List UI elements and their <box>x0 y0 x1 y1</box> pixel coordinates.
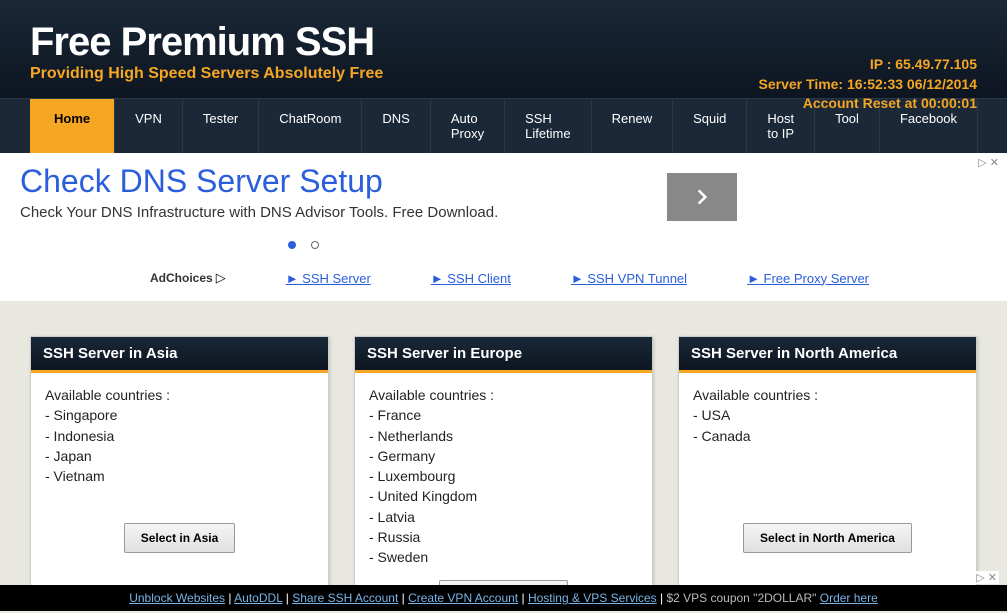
ad-next-arrow[interactable] <box>667 173 737 221</box>
card-header: SSH Server in North America <box>679 337 976 373</box>
ip-address: IP : 65.49.77.105 <box>759 55 977 75</box>
ad-close-icon[interactable]: ▷ ✕ <box>978 156 999 169</box>
country-item: - Japan <box>45 446 314 466</box>
sponsored-link-free-proxy-server[interactable]: ► Free Proxy Server <box>747 271 869 286</box>
ad-banner: ▷ ✕ Check DNS Server Setup Check Your DN… <box>0 153 1007 264</box>
bottom-ad-close-icon[interactable]: ▷ ✕ <box>974 571 999 584</box>
nav-item-dns[interactable]: DNS <box>362 99 430 153</box>
account-reset: Account Reset at 00:00:01 <box>759 94 977 114</box>
bottom-coupon-text: $2 VPS coupon "2DOLLAR" <box>666 591 816 605</box>
card-header: SSH Server in Europe <box>355 337 652 373</box>
country-item: - Singapore <box>45 405 314 425</box>
server-card: SSH Server in EuropeAvailable countries … <box>354 336 653 603</box>
adchoices-icon: ▷ <box>216 270 226 286</box>
server-cards-row: SSH Server in AsiaAvailable countries :-… <box>0 301 1007 613</box>
server-card: SSH Server in North AmericaAvailable cou… <box>678 336 977 603</box>
bottom-link-order[interactable]: Order here <box>820 591 878 605</box>
country-item: - Indonesia <box>45 426 314 446</box>
dot-inactive[interactable] <box>311 241 319 249</box>
server-card: SSH Server in AsiaAvailable countries :-… <box>30 336 329 603</box>
country-item: - USA <box>693 405 962 425</box>
bottom-link-hosting-vps[interactable]: Hosting & VPS Services <box>528 591 657 605</box>
country-item: - Russia <box>369 527 638 547</box>
sponsored-link-ssh-client[interactable]: ► SSH Client <box>431 271 511 286</box>
country-item: - Vietnam <box>45 466 314 486</box>
sponsored-link-ssh-vpn-tunnel[interactable]: ► SSH VPN Tunnel <box>571 271 687 286</box>
country-item: - France <box>369 405 638 425</box>
country-item: - Germany <box>369 446 638 466</box>
card-body: Available countries :- Singapore- Indone… <box>31 373 328 523</box>
nav-item-auto-proxy[interactable]: Auto Proxy <box>431 99 505 153</box>
chevron-right-icon <box>692 187 712 207</box>
country-item: - Latvia <box>369 507 638 527</box>
card-body: Available countries :- France- Netherlan… <box>355 373 652 580</box>
nav-item-tester[interactable]: Tester <box>183 99 259 153</box>
country-item: - Netherlands <box>369 426 638 446</box>
nav-item-squid[interactable]: Squid <box>673 99 747 153</box>
bottom-link-autoddl[interactable]: AutoDDL <box>234 591 282 605</box>
countries-heading: Available countries : <box>693 385 962 405</box>
dot-active[interactable] <box>288 241 296 249</box>
server-info: IP : 65.49.77.105 Server Time: 16:52:33 … <box>759 55 977 114</box>
country-item: - Luxembourg <box>369 466 638 486</box>
server-time: Server Time: 16:52:33 06/12/2014 <box>759 75 977 95</box>
nav-item-chatroom[interactable]: ChatRoom <box>259 99 362 153</box>
country-item: - Canada <box>693 426 962 446</box>
nav-item-ssh-lifetime[interactable]: SSH Lifetime <box>505 99 592 153</box>
site-header: Free Premium SSH Providing High Speed Se… <box>0 0 1007 98</box>
countries-heading: Available countries : <box>369 385 638 405</box>
country-item: - United Kingdom <box>369 486 638 506</box>
country-item: - Sweden <box>369 547 638 567</box>
adchoices-row: AdChoices▷ ► SSH Server ► SSH Client ► S… <box>0 264 1007 301</box>
nav-item-renew[interactable]: Renew <box>592 99 673 153</box>
sponsored-link-ssh-server[interactable]: ► SSH Server <box>286 271 371 286</box>
card-body: Available countries :- USA- Canada <box>679 373 976 523</box>
select-region-button[interactable]: Select in Asia <box>124 523 236 553</box>
bottom-bar: ▷ ✕ Unblock Websites | AutoDDL | Share S… <box>0 585 1007 611</box>
ad-title[interactable]: Check DNS Server Setup <box>20 163 987 200</box>
ad-pagination-dots <box>0 236 987 254</box>
nav-item-vpn[interactable]: VPN <box>115 99 183 153</box>
bottom-link-create-vpn[interactable]: Create VPN Account <box>408 591 518 605</box>
bottom-link-unblock[interactable]: Unblock Websites <box>129 591 225 605</box>
countries-heading: Available countries : <box>45 385 314 405</box>
card-header: SSH Server in Asia <box>31 337 328 373</box>
ad-subtitle: Check Your DNS Infrastructure with DNS A… <box>20 204 987 221</box>
select-region-button[interactable]: Select in North America <box>743 523 912 553</box>
bottom-link-share-ssh[interactable]: Share SSH Account <box>292 591 398 605</box>
nav-item-home[interactable]: Home <box>30 99 115 153</box>
adchoices-label[interactable]: AdChoices▷ <box>150 270 226 286</box>
